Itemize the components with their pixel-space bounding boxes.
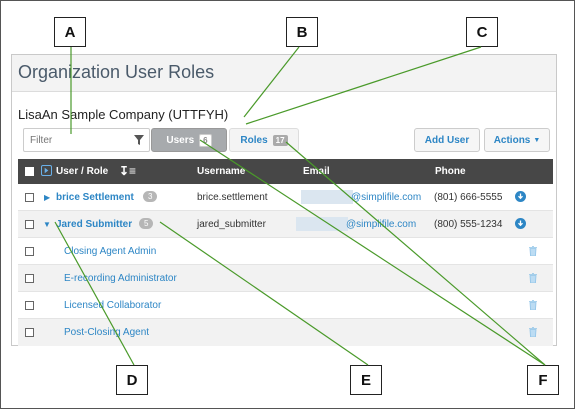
leader-line-d — [54, 221, 135, 366]
leader-line-b — [243, 46, 300, 118]
leader-line-e — [159, 221, 369, 366]
leader-line-f1 — [199, 139, 546, 366]
leader-line-c — [245, 46, 482, 125]
callout-leader-lines — [54, 46, 546, 366]
leader-line-f2 — [285, 141, 546, 366]
